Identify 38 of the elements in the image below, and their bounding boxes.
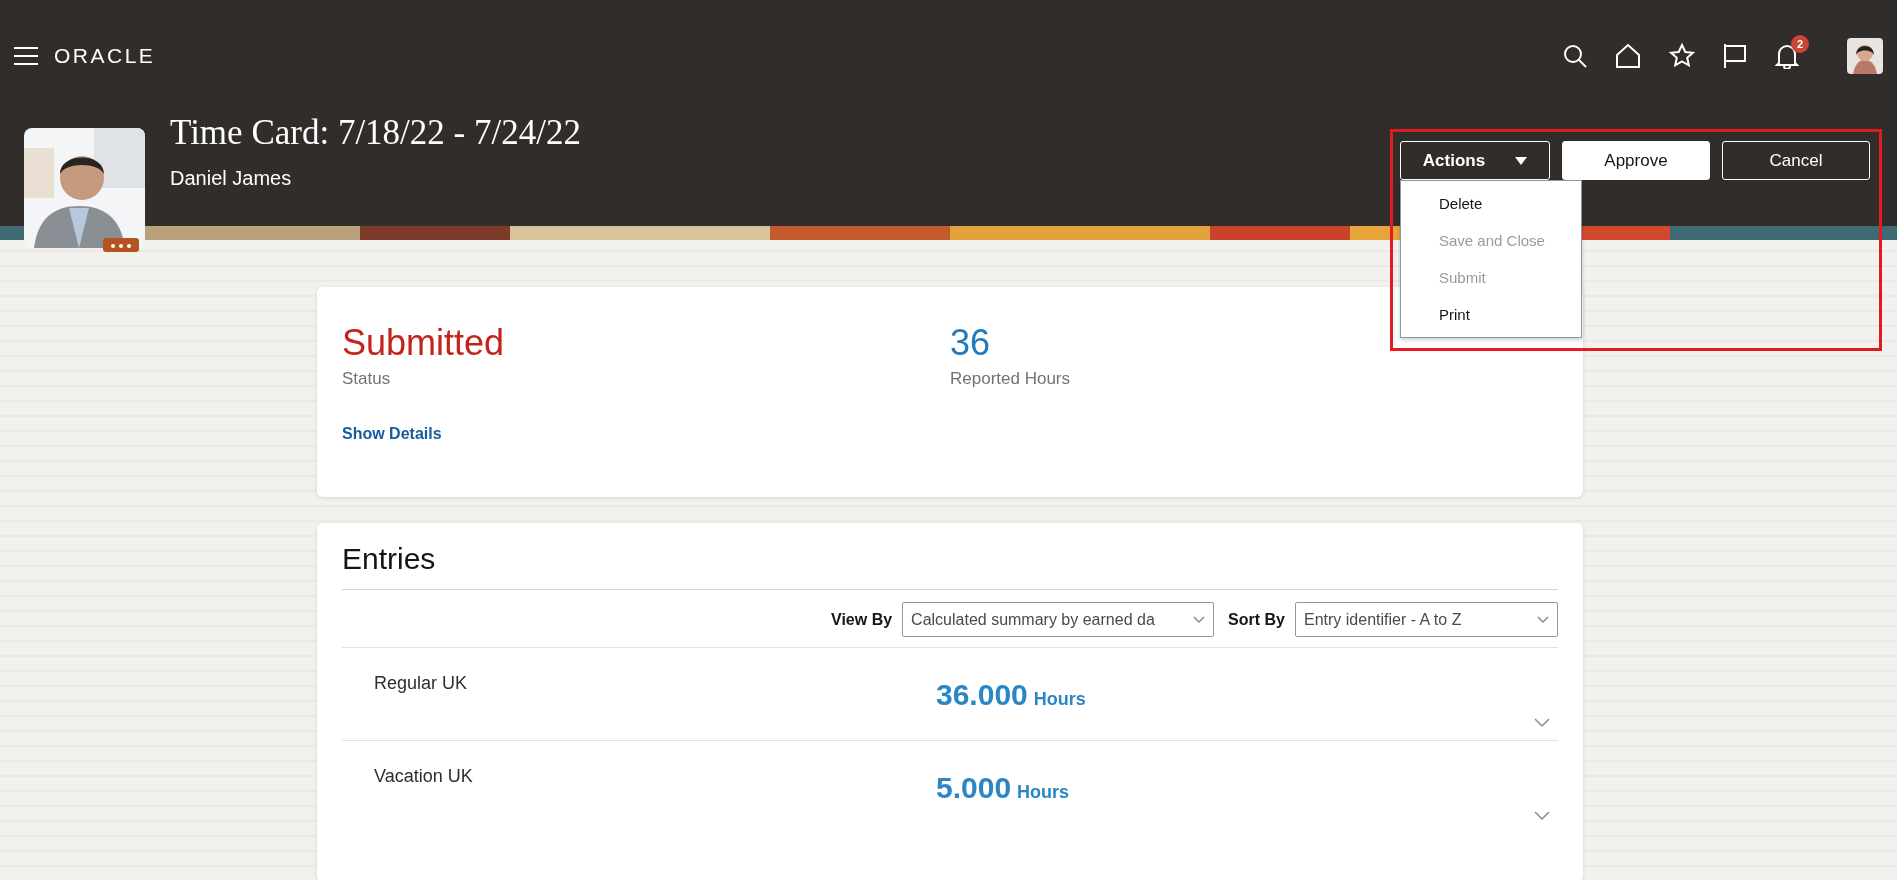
hours-unit: Hours — [1033, 688, 1086, 711]
hours-unit: Hours — [1017, 781, 1070, 804]
chevron-down-icon — [1537, 615, 1549, 624]
actions-button[interactable]: Actions — [1400, 141, 1550, 180]
menu-item[interactable]: Delete — [1401, 185, 1581, 222]
show-details-link[interactable]: Show Details — [342, 421, 442, 446]
star-icon[interactable] — [1669, 43, 1695, 69]
page-title: Time Card: 7/18/22 - 7/24/22 — [170, 114, 581, 153]
select-field[interactable]: Entry identifier - A to Z — [1295, 602, 1558, 637]
logo[interactable]: ORACLE — [54, 40, 156, 72]
chevron-down-icon[interactable] — [1534, 811, 1550, 821]
hours-value: 5.000 — [936, 770, 1012, 806]
hours-value: 36.000 — [936, 677, 1028, 713]
chevron-down-icon[interactable] — [1534, 718, 1550, 728]
menu-item: Save and Close — [1438, 231, 1546, 251]
metric-label: Status — [342, 368, 392, 391]
entry-name: Regular UK — [373, 672, 469, 695]
metric-label: Reported Hours — [950, 368, 1071, 391]
filter-label: View By — [831, 609, 893, 630]
metric-value: 36 — [950, 321, 992, 365]
menu-item: Submit — [1438, 268, 1487, 288]
filter-label: Sort By — [1228, 609, 1285, 630]
home-icon[interactable] — [1615, 43, 1641, 69]
menu-item[interactable]: Print — [1401, 296, 1581, 333]
chevron-down-icon — [1193, 615, 1206, 624]
search-icon[interactable] — [1563, 44, 1587, 68]
caret-icon — [1515, 156, 1528, 165]
menu-icon[interactable] — [14, 47, 38, 65]
select-field[interactable]: Calculated summary by earned da — [902, 602, 1215, 637]
notifications-icon[interactable] — [1775, 43, 1799, 69]
notification-badge: 2 — [1791, 35, 1809, 53]
employee-name: Daniel James — [170, 165, 293, 191]
flag-icon[interactable] — [1723, 43, 1747, 69]
cancel-button[interactable]: Cancel — [1722, 141, 1870, 180]
status-value: Submitted — [342, 321, 506, 365]
section-title: Entries — [342, 541, 1558, 590]
entry-name: Vacation UK — [373, 765, 474, 788]
approve-button[interactable]: Approve — [1562, 141, 1710, 180]
